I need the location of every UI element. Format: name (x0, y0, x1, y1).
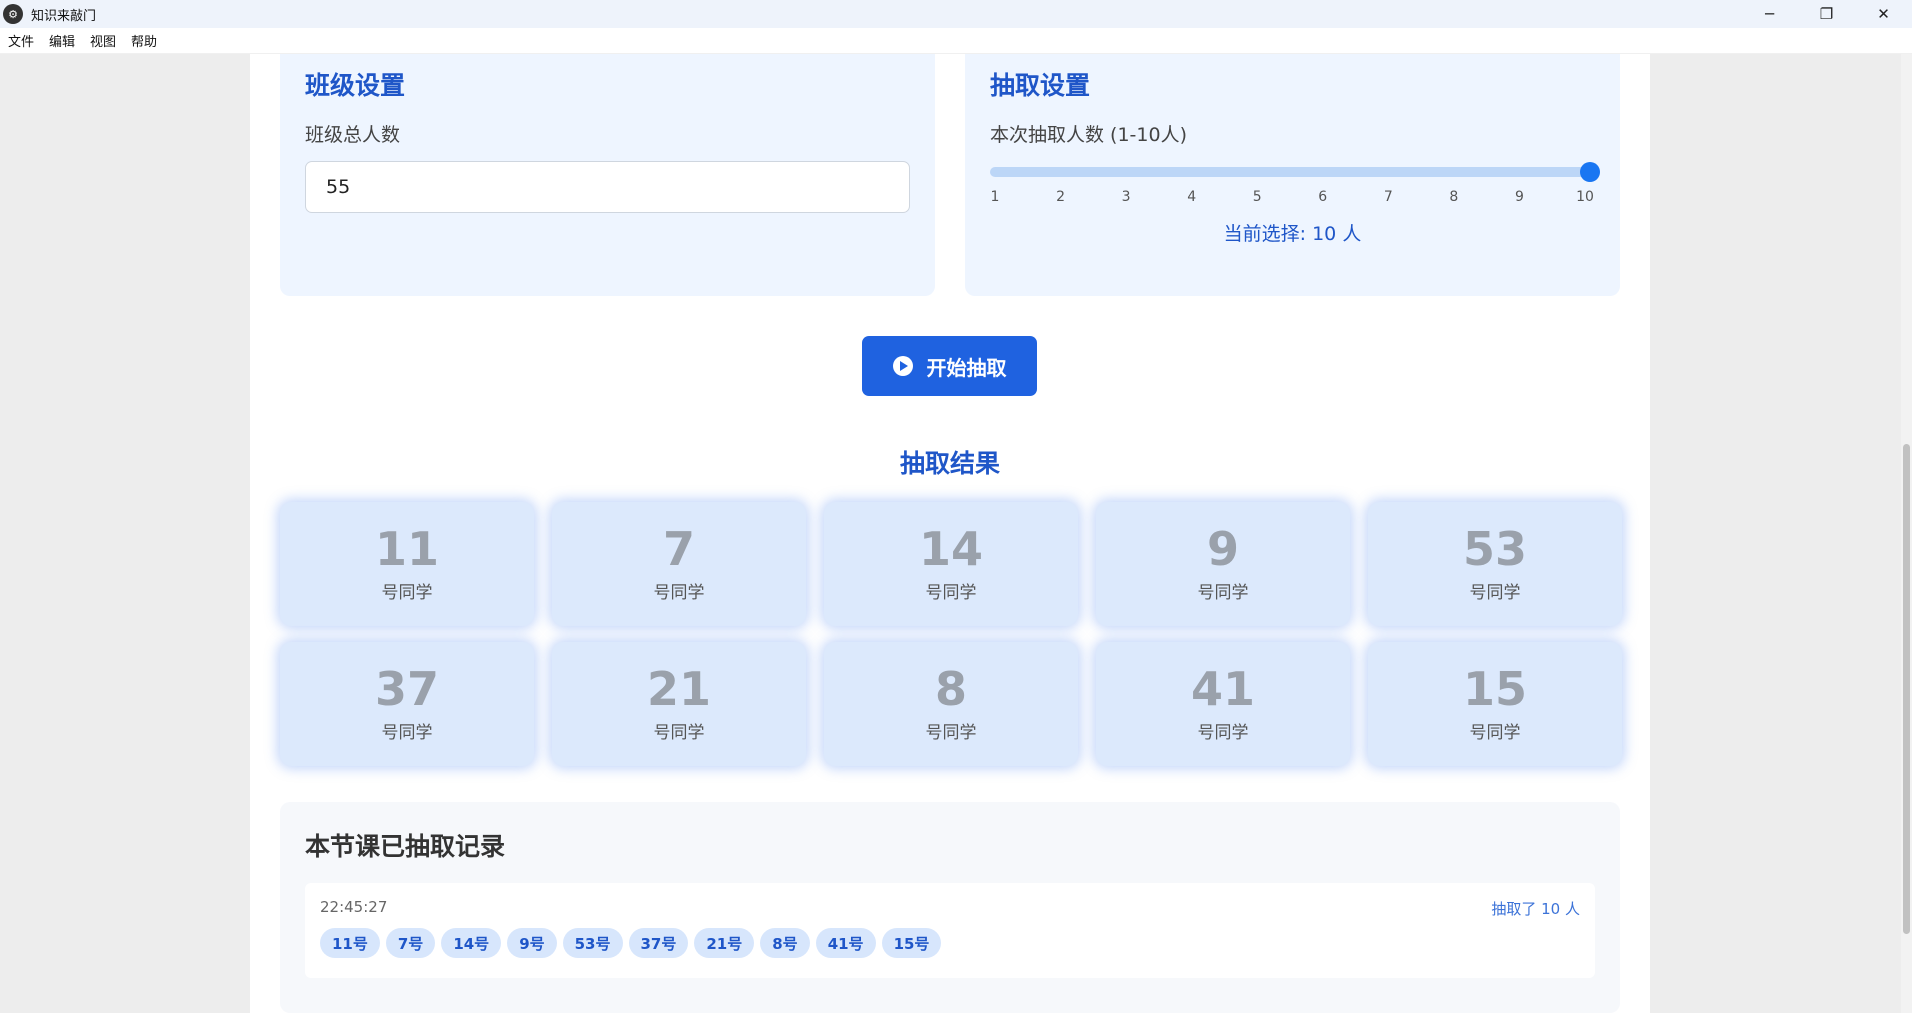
result-card: 53 号同学 (1368, 502, 1622, 626)
slider-tick: 7 (1383, 189, 1393, 205)
results-title: 抽取结果 (899, 449, 1000, 478)
slider-tick: 4 (1187, 189, 1197, 205)
student-chip: 11号 (320, 928, 380, 958)
slider-tick: 9 (1514, 189, 1524, 205)
slider-track[interactable] (990, 167, 1590, 177)
slider-tick: 10 (1576, 189, 1594, 205)
result-label: 号同学 (1197, 582, 1249, 603)
play-icon (892, 356, 913, 376)
close-button[interactable]: ✕ (1855, 0, 1912, 28)
result-number: 9 (1206, 522, 1239, 577)
slider-thumb[interactable] (1580, 162, 1600, 182)
student-chip: 14号 (441, 928, 502, 958)
student-chip: 8号 (760, 928, 810, 958)
start-draw-label: 开始抽取 (926, 355, 1007, 380)
minimize-button[interactable]: ─ (1741, 0, 1798, 28)
class-size-label: 班级总人数 (305, 124, 401, 146)
window-title: 知识来敲门 (31, 8, 97, 24)
result-number: 41 (1190, 662, 1255, 717)
result-number: 11 (374, 522, 439, 577)
result-number: 21 (646, 662, 711, 717)
result-card: 8 号同学 (824, 642, 1078, 766)
result-label: 号同学 (381, 722, 433, 743)
start-draw-button[interactable]: 开始抽取 (862, 336, 1037, 396)
scrollbar-thumb[interactable] (1903, 444, 1910, 934)
draw-count-label: 本次抽取人数 (1-10人) (990, 124, 1187, 146)
draw-settings-panel: 抽取设置 本次抽取人数 (1-10人) 1 2 3 4 5 6 7 8 9 10… (965, 54, 1620, 296)
slider-tick: 2 (1056, 189, 1066, 205)
result-card: 41 号同学 (1096, 642, 1350, 766)
history-title: 本节课已抽取记录 (305, 832, 506, 861)
slider-tick: 6 (1318, 189, 1328, 205)
history-record: 22:45:27 抽取了 10 人 11号 7号 14号 9号 53号 37号 … (305, 883, 1595, 978)
class-size-input[interactable] (305, 161, 910, 213)
result-label: 号同学 (925, 582, 977, 603)
result-card: 15 号同学 (1368, 642, 1622, 766)
results-grid: 11 号同学 7 号同学 14 号同学 9 号同学 53 号同学 37 号同学 21 号同学 … (280, 502, 1622, 766)
class-settings-panel: 班级设置 班级总人数 (280, 54, 935, 296)
slider-ticks: 1 2 3 4 5 6 7 8 9 10 (990, 189, 1600, 207)
result-card: 14 号同学 (824, 502, 1078, 626)
result-label: 号同学 (653, 582, 705, 603)
history-panel: 本节课已抽取记录 22:45:27 抽取了 10 人 11号 7号 14号 9号… (280, 802, 1620, 1013)
result-label: 号同学 (381, 582, 433, 603)
app-logo-icon: ⚙ (3, 4, 23, 24)
draw-count-slider[interactable] (990, 162, 1600, 182)
result-card: 9 号同学 (1096, 502, 1350, 626)
result-label: 号同学 (653, 722, 705, 743)
menu-view[interactable]: 视图 (90, 31, 116, 50)
result-number: 8 (934, 662, 967, 717)
slider-tick: 3 (1121, 189, 1131, 205)
record-time: 22:45:27 (320, 898, 388, 916)
draw-settings-title: 抽取设置 (990, 71, 1091, 100)
student-chip: 15号 (881, 928, 942, 958)
result-card: 7 号同学 (552, 502, 806, 626)
slider-tick: 8 (1449, 189, 1459, 205)
result-card: 11 号同学 (280, 502, 534, 626)
restore-button[interactable]: ❐ (1798, 0, 1855, 28)
slider-tick: 1 (990, 189, 1000, 205)
record-chips: 11号 7号 14号 9号 53号 37号 21号 8号 41号 15号 (320, 928, 1580, 958)
student-chip: 9号 (507, 928, 557, 958)
result-card: 21 号同学 (552, 642, 806, 766)
current-selection-text: 当前选择: 10 人 (1223, 223, 1362, 245)
result-number: 53 (1462, 522, 1527, 577)
window-controls: ─ ❐ ✕ (1741, 0, 1912, 28)
record-count: 抽取了 10 人 (1491, 900, 1580, 918)
menu-bar: 文件 编辑 视图 帮助 (0, 28, 1912, 54)
result-label: 号同学 (925, 722, 977, 743)
app-viewport: 班级设置 班级总人数 抽取设置 本次抽取人数 (1-10人) 1 2 3 4 5… (0, 54, 1912, 1013)
class-settings-title: 班级设置 (305, 71, 406, 100)
menu-edit[interactable]: 编辑 (49, 31, 75, 50)
main-content: 班级设置 班级总人数 抽取设置 本次抽取人数 (1-10人) 1 2 3 4 5… (250, 54, 1650, 1013)
result-number: 14 (918, 522, 983, 577)
student-chip: 21号 (694, 928, 755, 958)
student-chip: 41号 (815, 928, 876, 958)
student-chip: 7号 (385, 928, 436, 958)
result-card: 37 号同学 (280, 642, 534, 766)
title-bar: ⚙ 知识来敲门 ─ ❐ ✕ (0, 0, 1912, 28)
menu-file[interactable]: 文件 (8, 31, 34, 50)
result-number: 7 (662, 522, 695, 577)
student-chip: 53号 (562, 928, 623, 958)
result-label: 号同学 (1197, 722, 1249, 743)
student-chip: 37号 (628, 928, 689, 958)
vertical-scrollbar[interactable] (1901, 54, 1912, 1013)
slider-tick: 5 (1252, 189, 1262, 205)
result-number: 15 (1462, 662, 1527, 717)
result-number: 37 (374, 662, 439, 717)
menu-help[interactable]: 帮助 (131, 31, 157, 50)
result-label: 号同学 (1469, 722, 1521, 743)
result-label: 号同学 (1469, 582, 1521, 603)
